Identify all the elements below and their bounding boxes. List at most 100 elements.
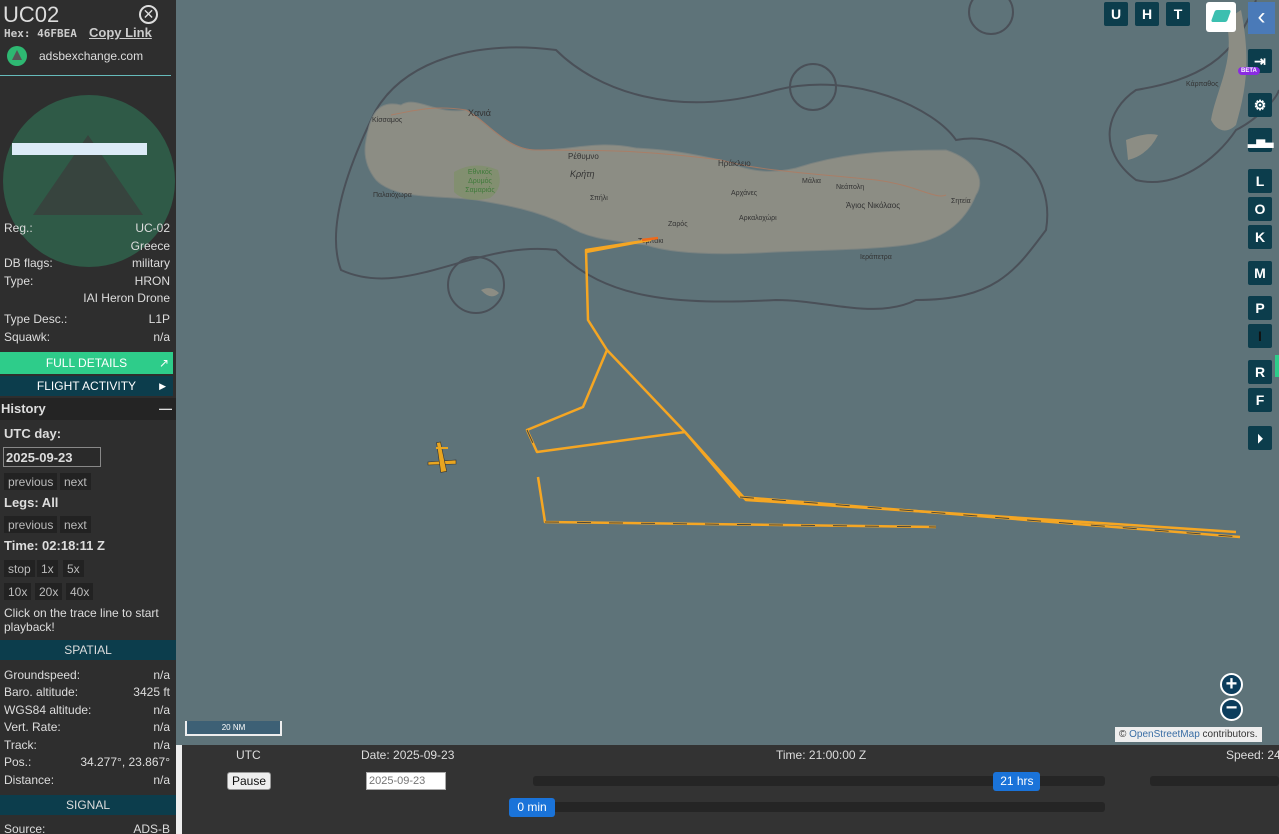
adsbx-logo-icon bbox=[7, 46, 27, 66]
info-type-name: IAI Heron Drone bbox=[83, 291, 170, 305]
layers-button[interactable] bbox=[1206, 2, 1236, 32]
history-header[interactable]: History — bbox=[0, 398, 176, 420]
signal-header: SIGNAL bbox=[0, 795, 176, 815]
map-button-k[interactable]: K bbox=[1248, 225, 1272, 249]
osm-link[interactable]: OpenStreetMap bbox=[1129, 729, 1200, 740]
zoom-out-button[interactable]: − bbox=[1220, 698, 1243, 721]
map-button-h[interactable]: H bbox=[1135, 2, 1159, 26]
replay-speed-label: Speed: 24 bbox=[1226, 748, 1279, 762]
leg-previous-button[interactable]: previous bbox=[4, 516, 58, 533]
beta-badge: BETA bbox=[1238, 67, 1260, 75]
svg-text:Κίσσαμος: Κίσσαμος bbox=[372, 116, 403, 124]
replay-button[interactable]: ⏵ bbox=[1248, 426, 1272, 450]
replay-time-label: Time: 21:00:00 Z bbox=[776, 748, 867, 762]
signal-row: Source: ADS-B bbox=[4, 822, 170, 834]
hours-slider-thumb[interactable]: 21 hrs bbox=[993, 772, 1041, 791]
flight-trace bbox=[525, 236, 1241, 539]
svg-text:Παλαιόχωρα: Παλαιόχωρα bbox=[373, 191, 412, 199]
speed-1x-button[interactable]: 1x bbox=[37, 560, 58, 577]
info-type: Type: HRON bbox=[4, 274, 170, 288]
collapse-icon[interactable]: — bbox=[159, 401, 172, 416]
chevron-left-icon: ‹ bbox=[1257, 3, 1266, 30]
svg-text:Ηράκλειο: Ηράκλειο bbox=[718, 159, 751, 168]
aircraft-sidebar: UC02 ✕ Hex: 46FBEA Copy Link adsbexchang… bbox=[0, 0, 176, 834]
replay-icon: ⏵ bbox=[1256, 432, 1263, 446]
gavdos-island bbox=[481, 288, 499, 297]
svg-text:Αρκαλοχώρι: Αρκαλοχώρι bbox=[739, 214, 777, 222]
panel-edge-tab[interactable] bbox=[1275, 355, 1279, 377]
pause-button[interactable]: Pause bbox=[227, 772, 272, 790]
svg-text:Μάλια: Μάλια bbox=[802, 177, 821, 185]
flight-activity-button[interactable]: FLIGHT ACTIVITY ▶ bbox=[0, 376, 173, 396]
replay-date-input[interactable] bbox=[366, 772, 446, 790]
map-button-m[interactable]: M bbox=[1248, 261, 1272, 285]
time-label: Time: 02:18:11 Z bbox=[4, 538, 105, 553]
speed-stop-button[interactable]: stop bbox=[4, 560, 35, 577]
minutes-slider[interactable] bbox=[509, 802, 1105, 812]
close-icon[interactable]: ✕ bbox=[139, 5, 158, 24]
minus-icon: − bbox=[1225, 697, 1238, 719]
map-label-samaria-national-park: Εθνικός Δρυμός Σαμαριάς bbox=[465, 169, 495, 194]
leaderboard-button[interactable]: ▂▅▃ bbox=[1248, 128, 1274, 152]
replay-utc-label: UTC bbox=[236, 748, 261, 762]
settings-button[interactable]: ⚙ bbox=[1248, 93, 1272, 117]
plus-icon: + bbox=[1225, 673, 1238, 695]
playback-hint: Click on the trace line to start playbac… bbox=[4, 606, 159, 634]
map-button-l[interactable]: L bbox=[1248, 169, 1272, 193]
layers-icon bbox=[1210, 10, 1232, 22]
gear-icon: ⚙ bbox=[1253, 97, 1267, 113]
utc-day-input[interactable]: 2025-09-23 bbox=[3, 447, 101, 467]
map[interactable]: Κίσσαμος Χανιά Ρέθυμνο Κρήτη Ηράκλειο Πα… bbox=[176, 0, 1279, 745]
map-button-r[interactable]: R bbox=[1248, 360, 1272, 384]
speed-5x-button[interactable]: 5x bbox=[63, 560, 84, 577]
source-site[interactable]: adsbexchange.com bbox=[39, 49, 143, 63]
speed-slider[interactable] bbox=[1150, 776, 1279, 786]
spatial-row: WGS84 altitude: n/a bbox=[4, 703, 170, 717]
spatial-row: Vert. Rate: n/a bbox=[4, 720, 170, 734]
info-squawk: Squawk: n/a bbox=[4, 330, 170, 344]
leg-next-button[interactable]: next bbox=[60, 516, 91, 533]
full-details-button[interactable]: FULL DETAILS ↗ bbox=[0, 352, 173, 374]
drone-icon[interactable] bbox=[427, 441, 457, 473]
attribution: © OpenStreetMap contributors. bbox=[1115, 727, 1262, 742]
day-next-button[interactable]: next bbox=[60, 473, 91, 490]
speed-40x-button[interactable]: 40x bbox=[66, 583, 94, 600]
zoom-in-button[interactable]: + bbox=[1220, 673, 1243, 696]
map-button-u[interactable]: U bbox=[1104, 2, 1128, 26]
svg-text:Κάρπαθος: Κάρπαθος bbox=[1186, 80, 1219, 88]
info-dbflags: DB flags: military bbox=[4, 256, 170, 270]
podium-icon: ▂▅▃ bbox=[1248, 136, 1274, 148]
trace-gaps bbox=[526, 429, 1241, 538]
external-link-icon: ↗ bbox=[158, 356, 169, 370]
svg-text:Ζαρός: Ζαρός bbox=[668, 220, 688, 228]
svg-text:Κρήτη: Κρήτη bbox=[570, 169, 595, 179]
replay-panel: UTC Date: 2025-09-23 Time: 21:00:00 Z Sp… bbox=[176, 745, 1279, 834]
map-button-p[interactable]: P bbox=[1248, 296, 1272, 320]
spatial-row: Baro. altitude: 3425 ft bbox=[4, 685, 170, 699]
spatial-header: SPATIAL bbox=[0, 640, 176, 660]
speed-20x-button[interactable]: 20x bbox=[35, 583, 63, 600]
scale-bar: 20 NM bbox=[185, 721, 282, 736]
spatial-row: Distance: n/a bbox=[4, 773, 170, 787]
map-button-o[interactable]: O bbox=[1248, 197, 1272, 221]
divider bbox=[0, 75, 171, 76]
map-button-t[interactable]: T bbox=[1166, 2, 1190, 26]
svg-text:Ιεράπετρα: Ιεράπετρα bbox=[860, 253, 892, 261]
map-canvas: Κίσσαμος Χανιά Ρέθυμνο Κρήτη Ηράκλειο Πα… bbox=[334, 0, 1279, 539]
caret-right-icon: ▶ bbox=[159, 381, 166, 391]
replay-date-label: Date: 2025-09-23 bbox=[361, 748, 455, 762]
svg-text:Σπήλι: Σπήλι bbox=[590, 195, 608, 202]
day-previous-button[interactable]: previous bbox=[4, 473, 58, 490]
minutes-slider-thumb[interactable]: 0 min bbox=[509, 798, 555, 817]
info-typedesc: Type Desc.: L1P bbox=[4, 312, 170, 326]
spatial-row: Groundspeed: n/a bbox=[4, 668, 170, 682]
spatial-row: Pos.: 34.277°, 23.867° bbox=[4, 755, 170, 769]
panel-edge bbox=[176, 745, 182, 834]
copy-link[interactable]: Copy Link bbox=[89, 25, 152, 40]
collapse-sidebar-button[interactable]: ‹ bbox=[1248, 2, 1275, 34]
callsign: UC02 bbox=[3, 2, 60, 27]
spatial-row: Track: n/a bbox=[4, 738, 170, 752]
speed-10x-button[interactable]: 10x bbox=[4, 583, 32, 600]
map-button-f[interactable]: F bbox=[1248, 388, 1272, 412]
map-button-i[interactable]: I bbox=[1248, 324, 1272, 348]
